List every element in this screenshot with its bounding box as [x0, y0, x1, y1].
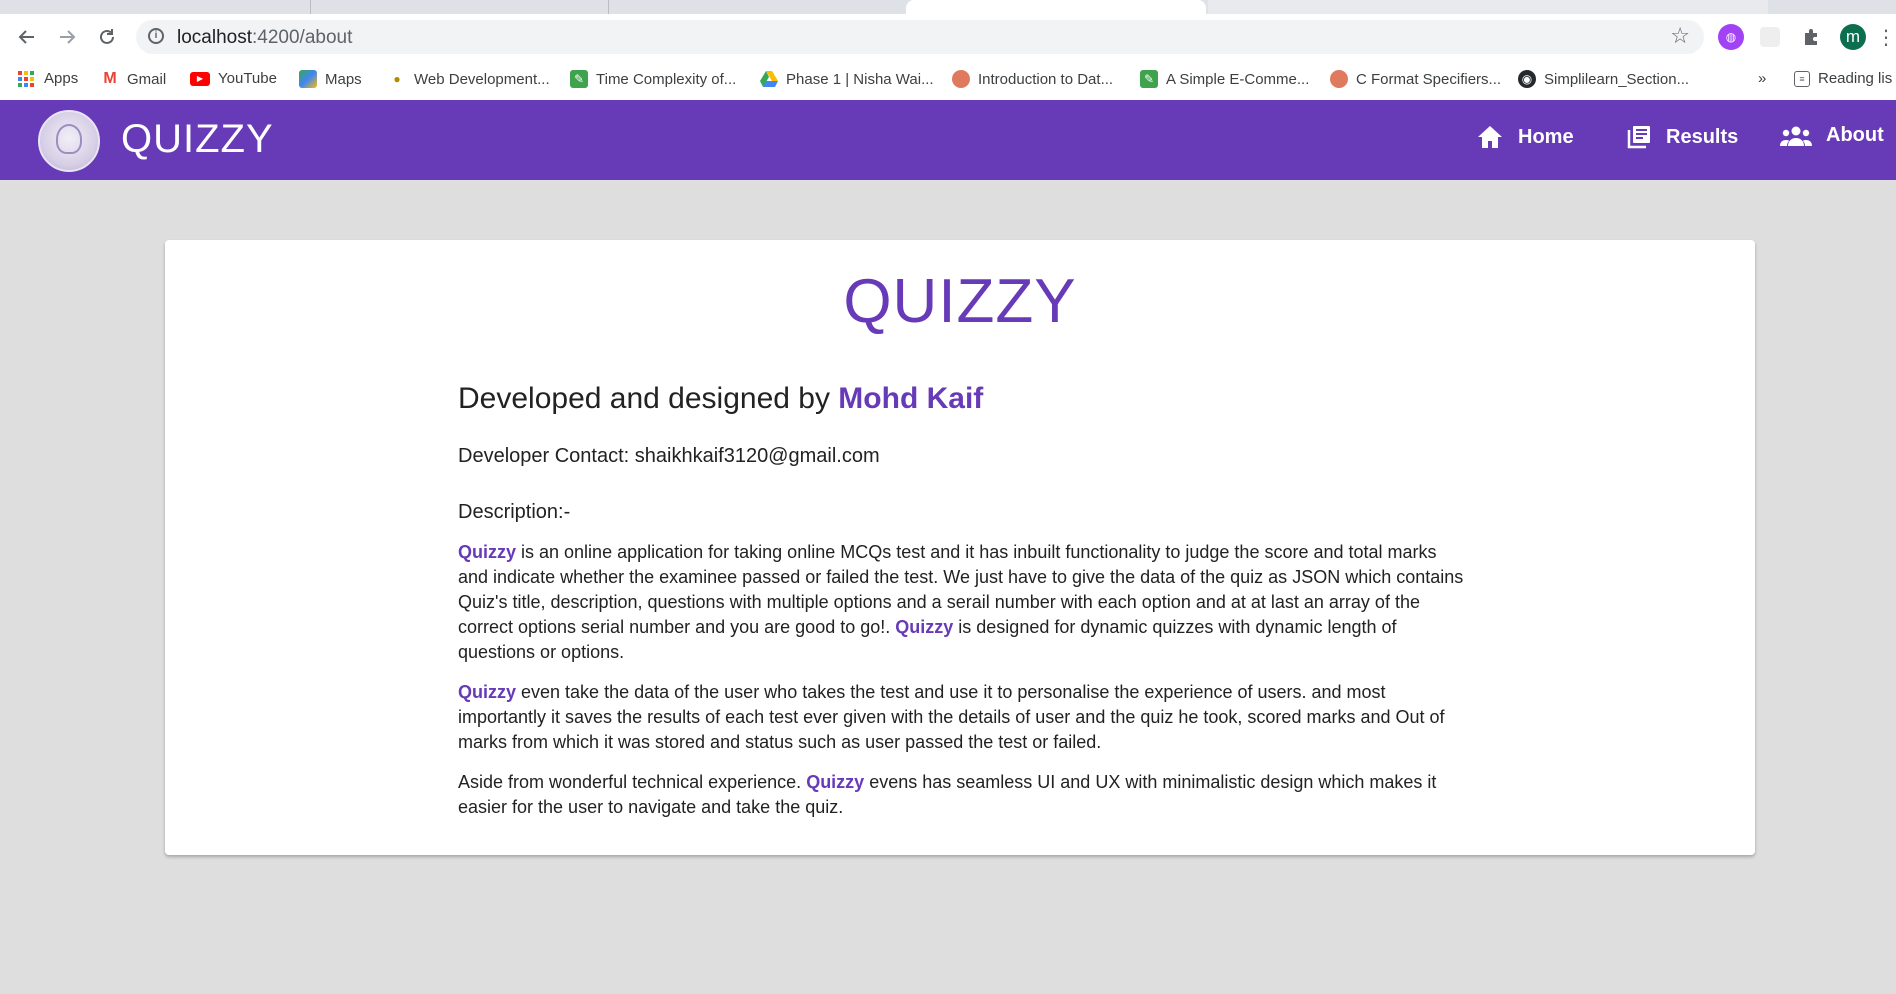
bookmark-label: Web Development...: [414, 70, 550, 88]
bookmark-web-development[interactable]: ● Web Development...: [388, 70, 550, 88]
bookmark-label: A Simple E-Comme...: [1166, 70, 1310, 88]
developer-contact: Developer Contact: shaikhkaif3120@gmail.…: [458, 445, 880, 467]
github-icon: ◉: [1518, 70, 1536, 88]
library-books-icon: [1627, 126, 1650, 149]
youtube-icon: ▶: [190, 71, 210, 86]
home-icon: [1478, 126, 1502, 148]
paragraph-text: Aside from wonderful technical experienc…: [458, 772, 807, 792]
bookmark-gmail[interactable]: M Gmail: [101, 70, 166, 88]
bookmark-label: Gmail: [127, 70, 167, 88]
browser-toolbar: i localhost:4200/about ☆ ◍ m ⋮: [0, 14, 1896, 60]
description-paragraph: Aside from wonderful technical experienc…: [458, 770, 1468, 820]
developer-name: Mohd Kaif: [838, 382, 984, 415]
brand-word: Quizzy: [458, 542, 517, 562]
about-card: QUIZZY Developed and designed by Mohd Ka…: [165, 240, 1755, 855]
bookmark-simplilearn-section[interactable]: ◉ Simplilearn_Section...: [1518, 70, 1689, 88]
extension-icon[interactable]: [1760, 27, 1780, 47]
drive-icon: [760, 70, 778, 88]
bookmark-maps[interactable]: Maps: [299, 70, 362, 88]
app-header: QUIZZY Home Results About: [0, 100, 1896, 180]
maps-icon: [299, 70, 317, 88]
reading-list-button[interactable]: ≡ Reading lis: [1794, 70, 1892, 87]
bookmark-time-complexity[interactable]: ✎ Time Complexity of...: [570, 70, 736, 88]
description-paragraph: Quizzy is an online application for taki…: [458, 540, 1468, 665]
brand-word: Quizzy: [806, 772, 865, 792]
bookmark-label: Apps: [44, 70, 79, 87]
nav-home-label: Home: [1518, 125, 1574, 148]
bookmark-label: YouTube: [218, 70, 277, 87]
nav-home-button[interactable]: Home: [1476, 124, 1574, 150]
bookmark-label: Time Complexity of...: [596, 70, 737, 88]
bookmark-apps[interactable]: Apps: [18, 70, 78, 87]
address-bar[interactable]: i localhost:4200/about ☆: [136, 20, 1704, 54]
bookmarks-overflow-button[interactable]: »: [1758, 70, 1766, 87]
developer-prefix: Developed and designed by: [458, 382, 839, 415]
bookmark-label: Maps: [325, 70, 362, 88]
avatar-icon: [1330, 70, 1348, 88]
description-paragraph: Quizzy even take the data of the user wh…: [458, 680, 1468, 755]
reading-list-icon: ≡: [1794, 70, 1810, 87]
bookmark-star-icon[interactable]: ☆: [1670, 23, 1690, 49]
bookmark-label: Introduction to Dat...: [978, 70, 1114, 88]
back-arrow-icon[interactable]: [12, 22, 42, 52]
address-url[interactable]: localhost:4200/about: [177, 27, 352, 49]
quizzy-logo[interactable]: [38, 110, 100, 172]
nav-about-button[interactable]: About: [1780, 124, 1884, 147]
leaf-icon: ✎: [1140, 70, 1158, 88]
brand-word: Quizzy: [458, 682, 517, 702]
browser-tab-active[interactable]: [906, 0, 1206, 14]
browser-tab[interactable]: [0, 0, 311, 14]
bookmark-youtube[interactable]: ▶ YouTube: [190, 70, 277, 87]
nav-results-button[interactable]: Results: [1626, 124, 1738, 150]
bookmark-label: C Format Specifiers...: [1356, 70, 1502, 88]
browser-tab[interactable]: [610, 0, 904, 14]
bookmark-label: Simplilearn_Section...: [1544, 70, 1690, 88]
nav-results-label: Results: [1666, 125, 1739, 148]
leaf-icon: ✎: [570, 70, 588, 88]
brand-title[interactable]: QUIZZY: [121, 117, 274, 162]
gmail-icon: M: [103, 70, 117, 87]
browser-tab[interactable]: [312, 0, 609, 14]
profile-avatar[interactable]: m: [1840, 24, 1866, 50]
about-title: QUIZZY: [843, 267, 1077, 336]
avatar-icon: [952, 70, 970, 88]
paragraph-text: even take the data of the user who takes…: [458, 682, 1445, 752]
site-info-icon[interactable]: i: [148, 28, 164, 44]
extension-icon[interactable]: ◍: [1718, 24, 1744, 50]
overflow-chevron-icon: »: [1758, 70, 1767, 87]
browser-tab[interactable]: [1208, 0, 1768, 14]
group-people-icon: [1780, 126, 1812, 146]
bookmark-introduction-to-dat[interactable]: Introduction to Dat...: [952, 70, 1113, 88]
bookmark-c-format-specifiers[interactable]: C Format Specifiers...: [1330, 70, 1501, 88]
url-path: :4200/about: [252, 27, 353, 48]
bookmarks-bar: Apps M Gmail ▶ YouTube Maps ● Web Develo…: [0, 60, 1896, 101]
reload-icon[interactable]: [92, 22, 122, 52]
bookmark-phase-1[interactable]: Phase 1 | Nisha Wai...: [760, 70, 934, 88]
bookmark-label: Phase 1 | Nisha Wai...: [786, 70, 934, 88]
reading-list-label: Reading lis: [1818, 70, 1893, 87]
nav-about-label: About: [1826, 124, 1884, 146]
forward-arrow-icon[interactable]: [52, 22, 82, 52]
url-host: localhost: [177, 27, 252, 48]
developer-heading: Developed and designed by Mohd Kaif: [458, 382, 983, 416]
description-label: Description:-: [458, 501, 571, 523]
puzzle-extensions-icon[interactable]: [1798, 24, 1824, 50]
brand-word: Quizzy: [895, 617, 954, 637]
browser-tab-strip: [0, 0, 1896, 14]
web-dev-icon: ●: [393, 72, 401, 86]
more-vert-icon[interactable]: ⋮: [1876, 24, 1896, 50]
apps-grid-icon: [18, 70, 34, 87]
bookmark-simple-e-commerce[interactable]: ✎ A Simple E-Comme...: [1140, 70, 1309, 88]
